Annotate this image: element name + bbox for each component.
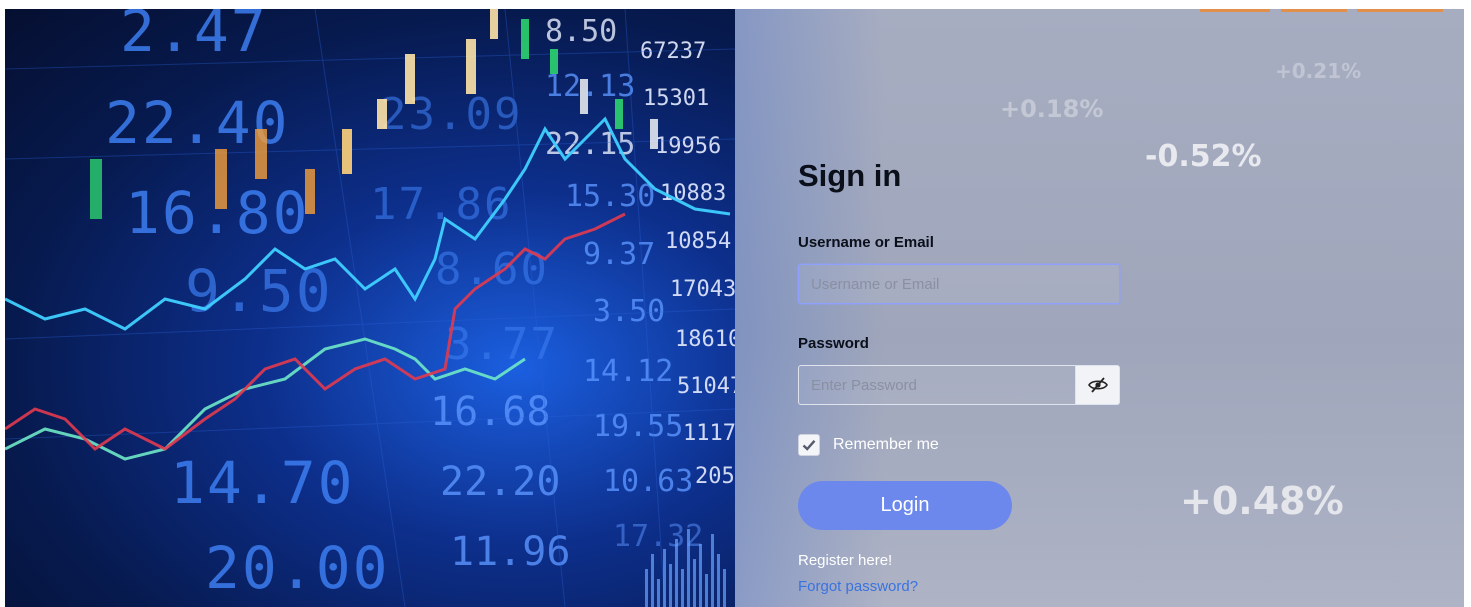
percent-change: +0.21% bbox=[1275, 59, 1362, 83]
stock-chart-lines bbox=[5, 9, 735, 607]
decorative-bar bbox=[1200, 9, 1270, 12]
remember-me: Remember me bbox=[798, 434, 939, 456]
decorative-bar bbox=[1357, 9, 1443, 12]
page-title: Sign in bbox=[798, 158, 902, 193]
username-label: Username or Email bbox=[798, 234, 934, 251]
password-field-group bbox=[798, 365, 1120, 405]
remember-me-label[interactable]: Remember me bbox=[833, 436, 939, 454]
remember-me-checkbox[interactable] bbox=[798, 434, 820, 456]
percent-change: +0.48% bbox=[1180, 479, 1344, 523]
checkmark-icon bbox=[802, 440, 816, 451]
password-label: Password bbox=[798, 335, 869, 352]
stock-market-background: 2.47 22.40 16.80 9.50 14.70 20.00 16.68 … bbox=[5, 9, 735, 607]
percent-change: -0.52% bbox=[1145, 139, 1262, 174]
login-page: 2.47 22.40 16.80 9.50 14.70 20.00 16.68 … bbox=[5, 9, 1464, 607]
register-link[interactable]: Register here! bbox=[798, 552, 892, 569]
forgot-password-link[interactable]: Forgot password? bbox=[798, 578, 918, 595]
eye-slash-icon bbox=[1087, 377, 1108, 393]
decorative-bar bbox=[1281, 9, 1347, 12]
password-input[interactable] bbox=[798, 365, 1076, 405]
toggle-password-button[interactable] bbox=[1075, 365, 1120, 405]
login-button[interactable]: Login bbox=[798, 481, 1012, 530]
percent-change: +0.18% bbox=[1000, 95, 1104, 123]
username-input[interactable] bbox=[798, 264, 1120, 304]
